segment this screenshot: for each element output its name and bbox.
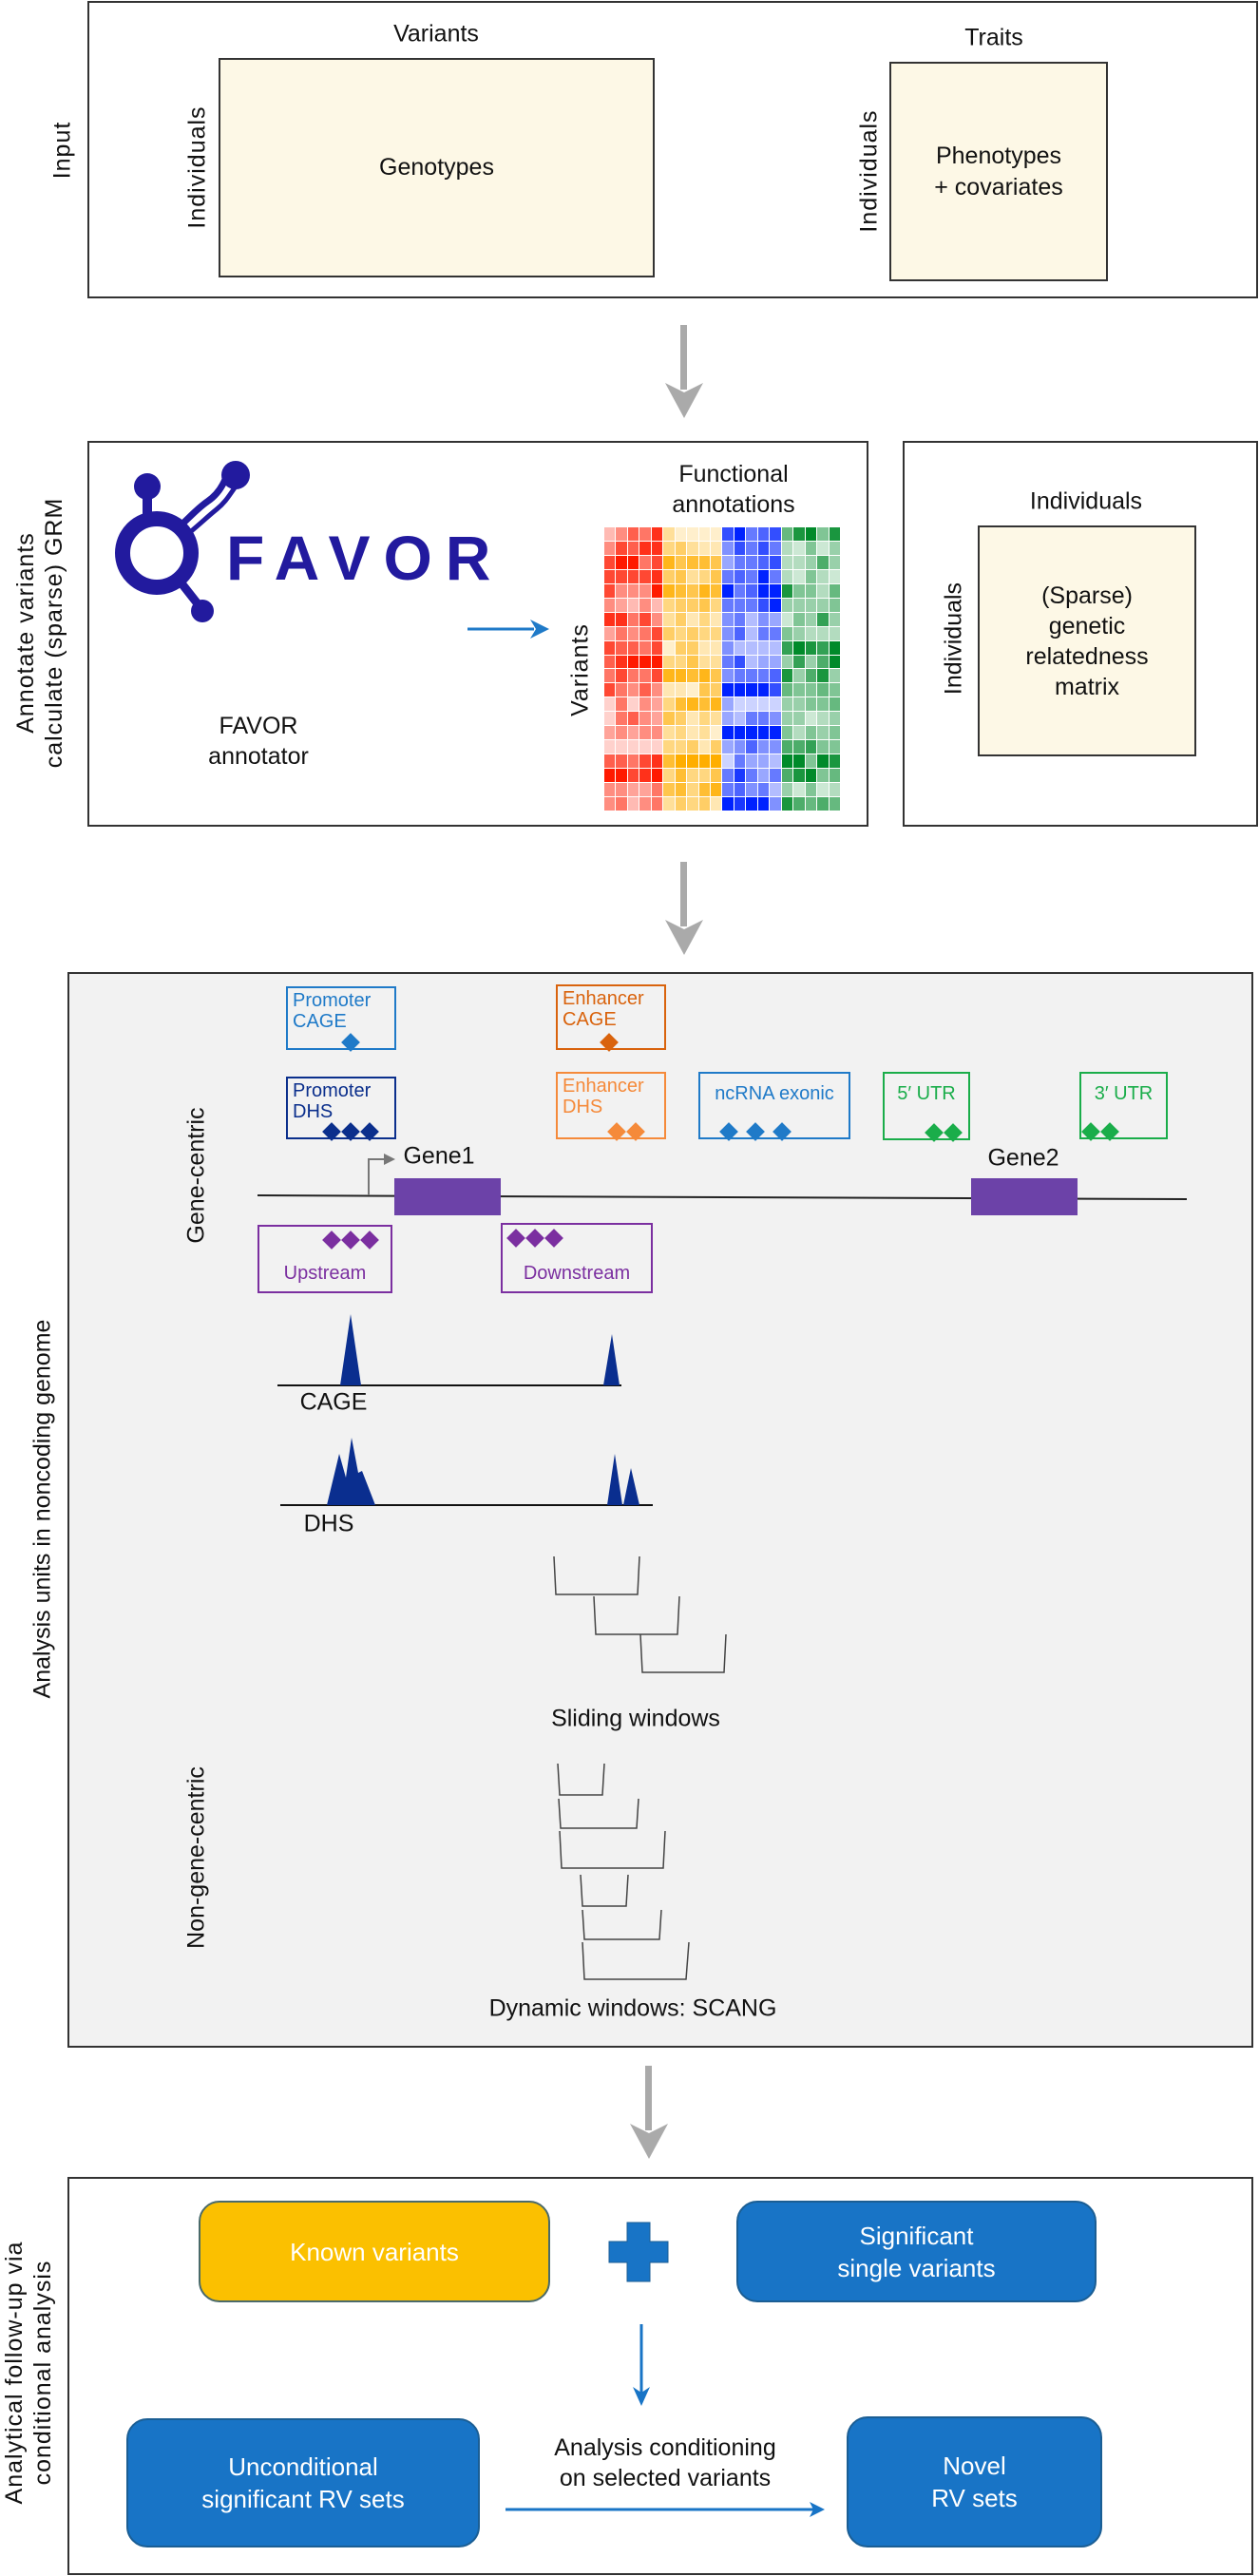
significant-line1: Significant: [859, 2221, 974, 2250]
cage-peak: [603, 1334, 620, 1385]
conditioning-label: Analysis conditioning on selected varian…: [554, 2433, 775, 2493]
unconditional-line2: significant RV sets: [201, 2485, 405, 2513]
sliding-windows: [553, 1555, 727, 1673]
down-arrow: [633, 2324, 650, 2406]
conditioning-arrow: [506, 2502, 825, 2517]
significant-single-variants-box: Significant single variants: [736, 2201, 1097, 2302]
novel-line2: RV sets: [931, 2484, 1018, 2512]
sliding-windows-label: Sliding windows: [551, 1705, 720, 1732]
gene2-exon: [971, 1178, 1078, 1215]
followup-label-line1: Analytical follow-up via: [1, 2241, 28, 2505]
sliding-window: [553, 1555, 640, 1595]
unconditional-line1: Unconditional: [228, 2452, 378, 2481]
known-variants-box: Known variants: [199, 2201, 550, 2302]
novel-rv-sets-box: Novel RV sets: [847, 2416, 1102, 2547]
dynamic-windows: [557, 1763, 690, 1980]
unconditional-rv-sets-box: Unconditional significant RV sets: [126, 2418, 480, 2547]
dynamic-window: [558, 1798, 639, 1829]
sliding-window: [593, 1595, 680, 1635]
gene1-exon: [394, 1178, 501, 1215]
dynamic-window: [559, 1830, 666, 1869]
novel-line1: Novel: [943, 2452, 1006, 2480]
plus-icon: [608, 2222, 669, 2282]
gene1-label: Gene1: [403, 1142, 475, 1170]
dhs-peak: [607, 1454, 622, 1505]
followup-label-line2: conditional analysis: [29, 2260, 56, 2486]
followup-section-label: Analytical follow-up via conditional ana…: [0, 2242, 57, 2505]
dynamic-window: [582, 1909, 662, 1940]
dhs-track-label: DHS: [303, 1510, 354, 1537]
known-variants-text: Known variants: [290, 2237, 459, 2266]
dynamic-window: [580, 1874, 629, 1907]
dynamic-windows-label: Dynamic windows: SCANG: [488, 1994, 777, 2022]
dhs-peak: [327, 1438, 375, 1505]
conditioning-line2: on selected variants: [559, 2465, 772, 2491]
cage-peak: [340, 1314, 361, 1385]
tss-arrow-icon: [368, 1158, 388, 1195]
significant-line2: single variants: [837, 2253, 996, 2282]
dynamic-window: [582, 1941, 690, 1980]
conditioning-line1: Analysis conditioning: [554, 2434, 776, 2461]
sliding-window: [639, 1633, 727, 1673]
gene2-label: Gene2: [987, 1144, 1059, 1172]
dynamic-window: [557, 1763, 605, 1796]
cage-track-label: CAGE: [299, 1388, 368, 1416]
dhs-peak: [623, 1468, 639, 1505]
flow-arrow-3: [630, 2066, 668, 2159]
